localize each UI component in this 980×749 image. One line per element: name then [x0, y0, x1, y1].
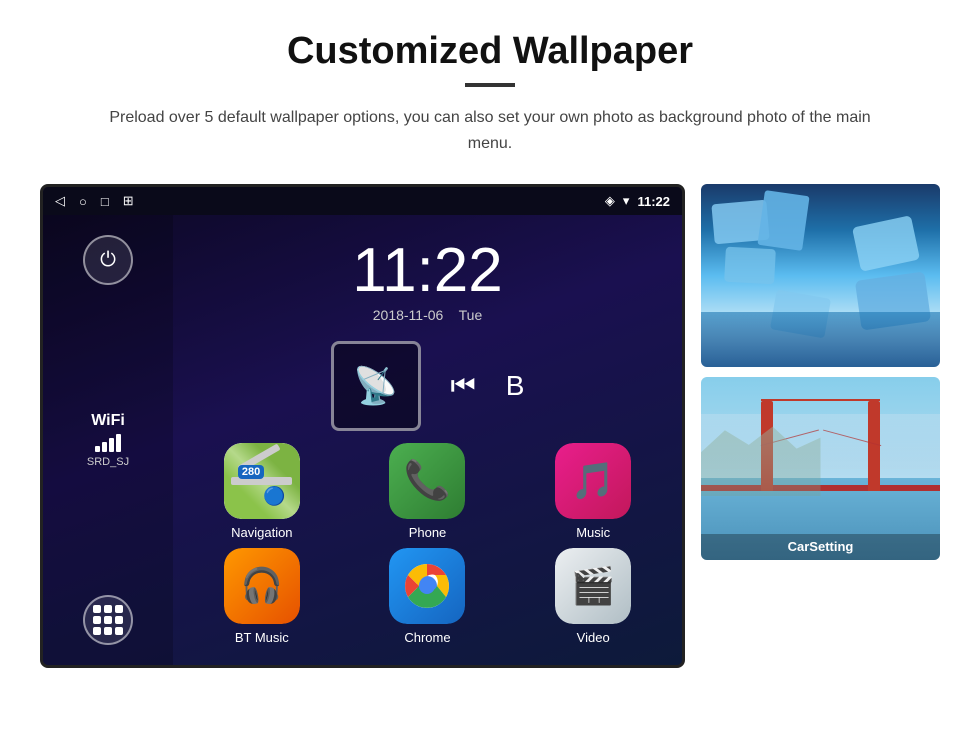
app-navigation-label: Navigation: [231, 525, 292, 540]
app-navigation[interactable]: 280 🔵 Navigation: [183, 443, 341, 540]
screenshot-icon[interactable]: ⊞: [123, 193, 134, 209]
wifi-label: WiFi: [87, 412, 129, 430]
status-right-icons: ◈ ▾ 11:22: [605, 193, 670, 209]
app-bt-music[interactable]: 🎧 BT Music: [183, 548, 341, 645]
wallpaper-panel: CarSetting: [701, 184, 940, 668]
chrome-icon: [389, 548, 465, 624]
chrome-svg: [402, 561, 452, 611]
home-icon[interactable]: ○: [79, 194, 87, 209]
status-time: 11:22: [637, 194, 670, 209]
center-content: 11:22 2018-11-06 Tue 📡 ⏮ B: [173, 215, 682, 665]
page-title: Customized Wallpaper: [287, 30, 693, 73]
bridge-scene: CarSetting: [701, 377, 940, 560]
home-screen: ⏻ WiFi SRD_SJ: [43, 215, 682, 665]
left-sidebar: ⏻ WiFi SRD_SJ: [43, 215, 173, 665]
radio-signal-icon: 📡: [353, 365, 398, 407]
recents-icon[interactable]: □: [101, 194, 109, 209]
video-symbol: 🎬: [571, 565, 616, 607]
music-symbol: 🎵: [571, 460, 616, 502]
app-chrome-label: Chrome: [404, 630, 450, 645]
main-content: ◁ ○ □ ⊞ ◈ ▾ 11:22 ⏻ WiFi: [40, 184, 940, 668]
phone-icon: 📞: [389, 443, 465, 519]
app-phone[interactable]: 📞 Phone: [349, 443, 507, 540]
power-icon: ⏻: [100, 249, 116, 272]
carsetting-label: CarSetting: [701, 534, 940, 560]
app-video[interactable]: 🎬 Video: [514, 548, 672, 645]
bluetooth-symbol: 🎧: [241, 566, 283, 606]
app-grid: 280 🔵 Navigation 📞 Phone: [183, 443, 672, 645]
apps-dots-icon: [93, 605, 123, 635]
nav-shield: 280: [238, 465, 264, 479]
back-icon[interactable]: ◁: [55, 193, 65, 209]
app-chrome[interactable]: Chrome: [349, 548, 507, 645]
clock-time: 11:22: [352, 240, 503, 302]
app-phone-label: Phone: [409, 525, 447, 540]
status-left-icons: ◁ ○ □ ⊞: [55, 193, 134, 209]
clock-area: 11:22 2018-11-06 Tue: [352, 225, 503, 333]
app-video-label: Video: [577, 630, 610, 645]
bt-music-icon: 🎧: [224, 548, 300, 624]
app-bt-music-label: BT Music: [235, 630, 289, 645]
app-music-label: Music: [576, 525, 610, 540]
music-icon: 🎵: [555, 443, 631, 519]
wifi-ssid: SRD_SJ: [87, 456, 129, 468]
phone-symbol: 📞: [404, 459, 451, 503]
wallpaper-preview-1[interactable]: [701, 184, 940, 367]
video-icon: 🎬: [555, 548, 631, 624]
carsetting-text: CarSetting: [788, 539, 854, 554]
radio-icon-box[interactable]: 📡: [331, 341, 421, 431]
status-bar: ◁ ○ □ ⊞ ◈ ▾ 11:22: [43, 187, 682, 215]
top-icons: 📡 ⏮ B: [331, 341, 525, 431]
wifi-bars: [87, 434, 129, 452]
page-description: Preload over 5 default wallpaper options…: [100, 105, 880, 156]
location-icon: ◈: [605, 193, 615, 209]
device-frame: ◁ ○ □ ⊞ ◈ ▾ 11:22 ⏻ WiFi: [40, 184, 685, 668]
navigation-icon: 280 🔵: [224, 443, 300, 519]
app-music[interactable]: 🎵 Music: [514, 443, 672, 540]
clock-date: 2018-11-06 Tue: [352, 307, 503, 323]
skip-prev-icon[interactable]: ⏮: [451, 370, 476, 403]
map-pin-icon: 🔵: [263, 486, 285, 507]
title-divider: [465, 83, 515, 87]
wifi-info: WiFi SRD_SJ: [87, 412, 129, 468]
power-button[interactable]: ⏻: [83, 235, 133, 285]
wifi-icon: ▾: [623, 193, 630, 209]
skip-next-icon[interactable]: B: [506, 370, 525, 402]
apps-grid-button[interactable]: [83, 595, 133, 645]
wallpaper-preview-2[interactable]: CarSetting: [701, 377, 940, 560]
